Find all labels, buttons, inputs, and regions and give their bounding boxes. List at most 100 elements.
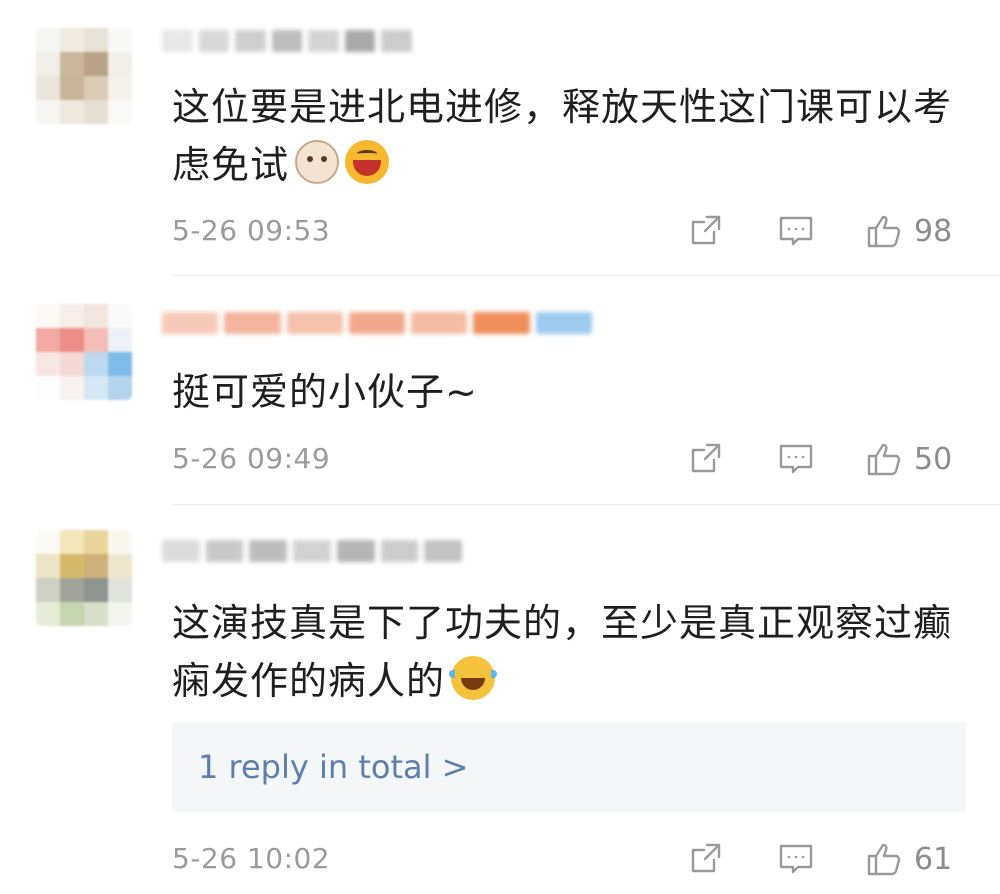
avatar-pixel — [108, 100, 132, 124]
avatar-pixel — [36, 52, 60, 76]
username-blurred[interactable] — [162, 24, 413, 58]
comment-meta: 5-26 09:53 98 — [0, 206, 1000, 256]
username-pixel — [198, 30, 230, 52]
share-button[interactable] — [688, 841, 724, 877]
divider — [172, 504, 1000, 505]
cow-face-emoji — [295, 140, 340, 184]
share-icon — [691, 843, 721, 873]
avatar-pixel — [84, 530, 108, 554]
reply-button[interactable] — [778, 213, 814, 249]
avatar[interactable] — [36, 28, 132, 124]
avatar-pixel — [108, 28, 132, 52]
avatar-pixel — [60, 28, 84, 52]
reply-button[interactable] — [778, 441, 814, 477]
avatar-pixel — [84, 100, 108, 124]
like-count: 98 — [914, 213, 953, 249]
avatar-pixel — [60, 578, 84, 602]
avatar-pixel — [84, 304, 108, 328]
username-pixel — [344, 30, 376, 52]
avatar-pixel — [84, 554, 108, 578]
like-button[interactable]: 98 — [866, 213, 952, 249]
username-pixel — [224, 312, 281, 334]
username-pixel — [205, 540, 244, 562]
avatar-pixel — [60, 52, 84, 76]
avatar-pixel — [108, 376, 132, 400]
reply-button[interactable] — [778, 841, 814, 877]
divider — [172, 275, 1000, 276]
like-count: 50 — [914, 441, 953, 477]
username-blurred[interactable] — [162, 534, 463, 568]
replies-box[interactable]: 1 reply in total > — [172, 722, 966, 812]
like-count: 61 — [914, 841, 953, 877]
thumbs-up-icon — [867, 843, 901, 876]
like-button[interactable]: 50 — [866, 441, 952, 477]
avatar-pixel — [84, 352, 108, 376]
grinning-face-emoji — [345, 140, 390, 184]
avatar-pixel — [108, 554, 132, 578]
thumbs-up-icon — [867, 215, 901, 248]
avatar-pixel — [84, 328, 108, 352]
comment-icon — [779, 444, 813, 474]
avatar-pixel — [36, 328, 60, 352]
avatar-pixel — [60, 376, 84, 400]
username-pixel — [162, 540, 200, 562]
avatar-pixel — [60, 554, 84, 578]
comment-timestamp: 5-26 09:53 — [172, 214, 331, 247]
avatar-pixel — [108, 52, 132, 76]
avatar-pixel — [60, 304, 84, 328]
avatar-pixel — [36, 376, 60, 400]
avatar-pixel — [84, 376, 108, 400]
avatar-pixel — [60, 530, 84, 554]
avatar-pixel — [36, 352, 60, 376]
comment-text: 挺可爱的小伙子~ — [172, 370, 478, 414]
comment-timestamp: 5-26 10:02 — [172, 842, 331, 875]
avatar-pixel — [36, 100, 60, 124]
username-blurred[interactable] — [162, 306, 592, 340]
username-pixel — [411, 312, 468, 334]
avatar-pixel — [84, 52, 108, 76]
avatar-pixel — [60, 76, 84, 100]
username-pixel — [162, 312, 219, 334]
avatar-pixel — [84, 578, 108, 602]
username-pixel — [249, 540, 288, 562]
avatar-pixel — [84, 602, 108, 626]
avatar-pixel — [108, 76, 132, 100]
avatar-pixel — [108, 530, 132, 554]
username-pixel — [293, 540, 331, 562]
username-pixel — [473, 312, 530, 334]
username-pixel — [308, 30, 339, 52]
username-pixel — [162, 30, 193, 52]
like-button[interactable]: 61 — [866, 841, 952, 877]
comment-feed: 这位要是进北电进修，释放天性这门课可以考虑免试 5-26 09:53 98 挺可… — [0, 0, 1000, 894]
comment-text: 这演技真是下了功夫的，至少是真正观察过癫痫发作的病人的 — [172, 601, 953, 703]
username-pixel — [235, 30, 266, 52]
username-pixel — [286, 312, 343, 334]
avatar-pixel — [84, 76, 108, 100]
avatar-pixel — [60, 100, 84, 124]
view-replies-link[interactable]: 1 reply in total > — [198, 748, 468, 786]
avatar-pixel — [108, 578, 132, 602]
comment-text: 这位要是进北电进修，释放天性这门课可以考虑免试 — [172, 85, 953, 187]
username-pixel — [348, 312, 406, 334]
avatar-pixel — [60, 602, 84, 626]
avatar-pixel — [108, 352, 132, 376]
avatar-pixel — [108, 602, 132, 626]
share-icon — [691, 215, 721, 245]
avatar[interactable] — [36, 304, 132, 400]
comment-meta: 5-26 10:02 61 — [0, 834, 1000, 884]
comment-timestamp: 5-26 09:49 — [172, 442, 331, 475]
share-button[interactable] — [688, 441, 724, 477]
avatar-pixel — [36, 76, 60, 100]
thumbs-up-icon — [867, 443, 901, 476]
avatar-pixel — [36, 530, 60, 554]
avatar-pixel — [36, 602, 60, 626]
avatar-pixel — [108, 328, 132, 352]
username-pixel — [381, 30, 413, 52]
username-pixel — [535, 312, 592, 334]
share-button[interactable] — [688, 213, 724, 249]
comment-meta: 5-26 09:49 50 — [0, 434, 1000, 484]
avatar[interactable] — [36, 530, 132, 626]
comment-icon — [779, 844, 813, 874]
username-pixel — [380, 540, 419, 562]
username-pixel — [271, 30, 303, 52]
